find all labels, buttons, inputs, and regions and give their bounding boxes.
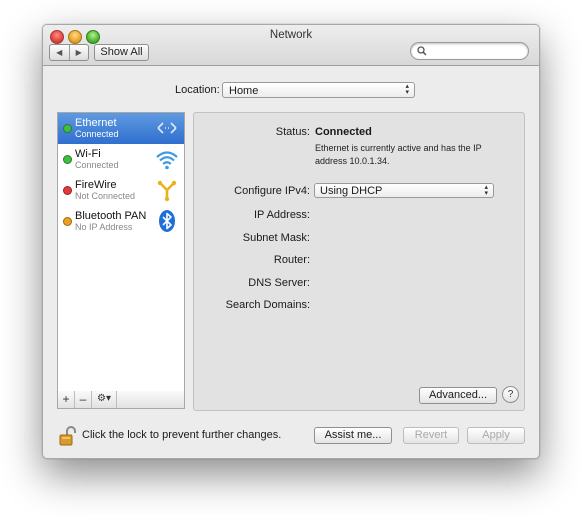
service-status: Connected <box>75 129 119 139</box>
service-firewire[interactable]: FireWire Not Connected <box>58 175 184 206</box>
window-title: Network <box>269 29 313 41</box>
search-icon <box>417 46 427 56</box>
updown-arrows-icon: ▴ ▾ <box>484 184 488 197</box>
wifi-icon <box>156 151 178 170</box>
advanced-button[interactable]: Advanced... <box>419 387 497 404</box>
location-select[interactable]: Home ▴ ▾ <box>222 82 415 98</box>
status-dot-green <box>63 155 72 164</box>
forward-button[interactable]: ▶ <box>68 45 89 60</box>
sidebar-action-bar: + – ⚙▾ <box>57 391 185 409</box>
service-name: Wi-Fi <box>75 148 101 160</box>
remove-service-button[interactable]: – <box>75 391 92 408</box>
service-ethernet[interactable]: Ethernet Connected <box>58 113 184 144</box>
add-service-button[interactable]: + <box>58 391 75 408</box>
service-bluetooth-pan[interactable]: Bluetooth PAN No IP Address <box>58 206 184 237</box>
search-field[interactable] <box>410 42 529 60</box>
dns-server-label: DNS Server: <box>248 277 310 289</box>
status-dot-orange <box>63 217 72 226</box>
titlebar: Network ◀ ▶ Show All <box>43 25 539 66</box>
service-wifi[interactable]: Wi-Fi Connected <box>58 144 184 175</box>
status-description: Ethernet is currently active and has the… <box>315 143 482 166</box>
status-dot-red <box>63 186 72 195</box>
location-value: Home <box>229 85 259 97</box>
status-value: Connected <box>315 126 372 138</box>
service-status: No IP Address <box>75 222 133 232</box>
apply-button[interactable]: Apply <box>467 427 525 444</box>
status-dot-green <box>63 124 72 133</box>
service-detail-panel: Status: Connected Ethernet is currently … <box>193 112 525 411</box>
bluetooth-icon <box>159 210 175 232</box>
search-domains-label: Search Domains: <box>225 299 310 311</box>
service-name: Bluetooth PAN <box>75 210 147 222</box>
ethernet-arrows-icon <box>157 122 177 134</box>
lock-icon[interactable] <box>58 425 78 447</box>
revert-button[interactable]: Revert <box>403 427 459 444</box>
back-button[interactable]: ◀ <box>50 45 69 60</box>
network-service-list: Ethernet Connected Wi-Fi Connected FireW… <box>57 112 185 392</box>
configure-ipv4-value: Using DHCP <box>320 185 383 197</box>
show-all-button[interactable]: Show All <box>94 44 149 61</box>
network-preferences-window: Network ◀ ▶ Show All Location: Home ▴ ▾ E… <box>42 24 540 459</box>
chevron-left-icon: ◀ <box>56 48 63 57</box>
location-label: Location: <box>175 84 220 96</box>
firewire-icon <box>157 180 177 202</box>
subnet-mask-label: Subnet Mask: <box>242 232 310 244</box>
service-name: Ethernet <box>75 117 117 129</box>
ip-address-label: IP Address: <box>253 209 310 221</box>
assist-me-button[interactable]: Assist me... <box>314 427 392 444</box>
service-name: FireWire <box>75 179 117 191</box>
status-label: Status: <box>275 126 310 138</box>
chevron-right-icon: ▶ <box>75 48 82 57</box>
gear-menu-button[interactable]: ⚙▾ <box>92 391 117 408</box>
service-status: Not Connected <box>75 191 136 201</box>
lock-message: Click the lock to prevent further change… <box>82 429 282 441</box>
service-status: Connected <box>75 160 119 170</box>
updown-arrows-icon: ▴ ▾ <box>405 83 409 96</box>
help-button[interactable]: ? <box>502 386 519 403</box>
configure-ipv4-label: Configure IPv4: <box>234 185 310 197</box>
configure-ipv4-select[interactable]: Using DHCP ▴ ▾ <box>314 183 494 198</box>
back-forward-buttons: ◀ ▶ <box>49 44 89 61</box>
router-label: Router: <box>273 254 310 266</box>
